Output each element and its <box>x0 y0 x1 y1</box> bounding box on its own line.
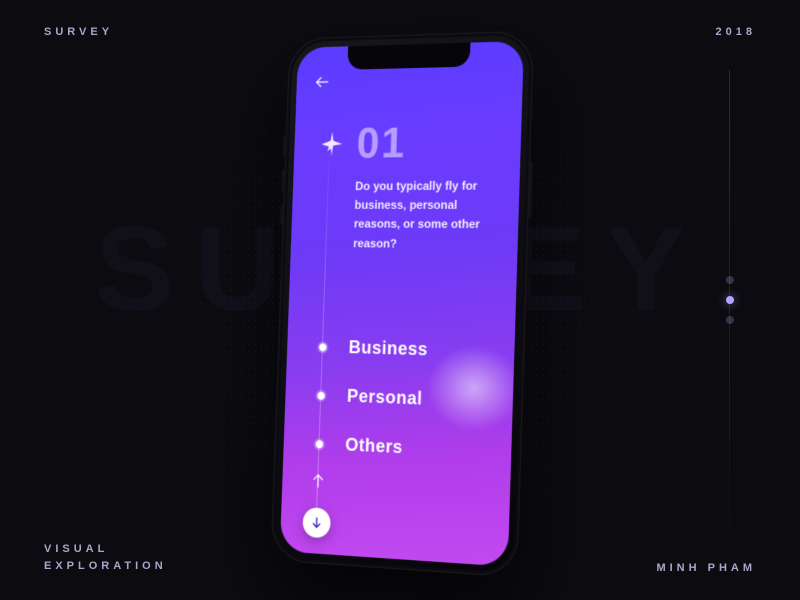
next-button[interactable] <box>302 507 331 539</box>
page-dot-2[interactable] <box>726 296 734 304</box>
header-year: 2018 <box>716 26 756 38</box>
footer-left: VISUAL EXPLORATION <box>44 541 167 574</box>
arrow-down-icon <box>310 515 323 530</box>
option-label: Others <box>345 435 403 459</box>
option-others[interactable]: Others <box>307 433 492 463</box>
phone-screen: 01 Do you typically fly for business, pe… <box>280 41 524 567</box>
airplane-icon <box>318 129 347 159</box>
arrow-up-icon <box>310 472 327 491</box>
radio-bullet-icon <box>319 343 327 351</box>
header-title: SURVEY <box>44 26 113 38</box>
phone-frame: 01 Do you typically fly for business, pe… <box>270 31 534 578</box>
page-dot-1[interactable] <box>726 276 734 284</box>
radio-bullet-icon <box>317 391 325 399</box>
option-personal[interactable]: Personal <box>309 384 494 412</box>
radio-bullet-icon <box>316 440 324 448</box>
option-label: Personal <box>347 386 423 410</box>
option-label: Business <box>348 337 428 360</box>
footer-left-line2: EXPLORATION <box>44 558 167 575</box>
survey-screen: 01 Do you typically fly for business, pe… <box>280 41 524 567</box>
footer-left-line1: VISUAL <box>44 541 167 558</box>
phone-notch <box>347 43 470 70</box>
options-list: Business Personal Others <box>307 336 495 462</box>
scroll-up-button[interactable] <box>310 472 327 491</box>
back-button[interactable] <box>311 70 334 94</box>
footer-credit: MINH PHAM <box>656 562 756 574</box>
arrow-left-icon <box>314 73 331 91</box>
question-text: Do you typically fly for business, perso… <box>353 177 494 255</box>
page-dot-3[interactable] <box>726 316 734 324</box>
page-indicator[interactable] <box>726 276 734 324</box>
question-number: 01 <box>356 122 407 166</box>
option-business[interactable]: Business <box>311 336 495 362</box>
phone-stage: 01 Do you typically fly for business, pe… <box>270 31 534 578</box>
question-header: 01 <box>317 122 407 166</box>
